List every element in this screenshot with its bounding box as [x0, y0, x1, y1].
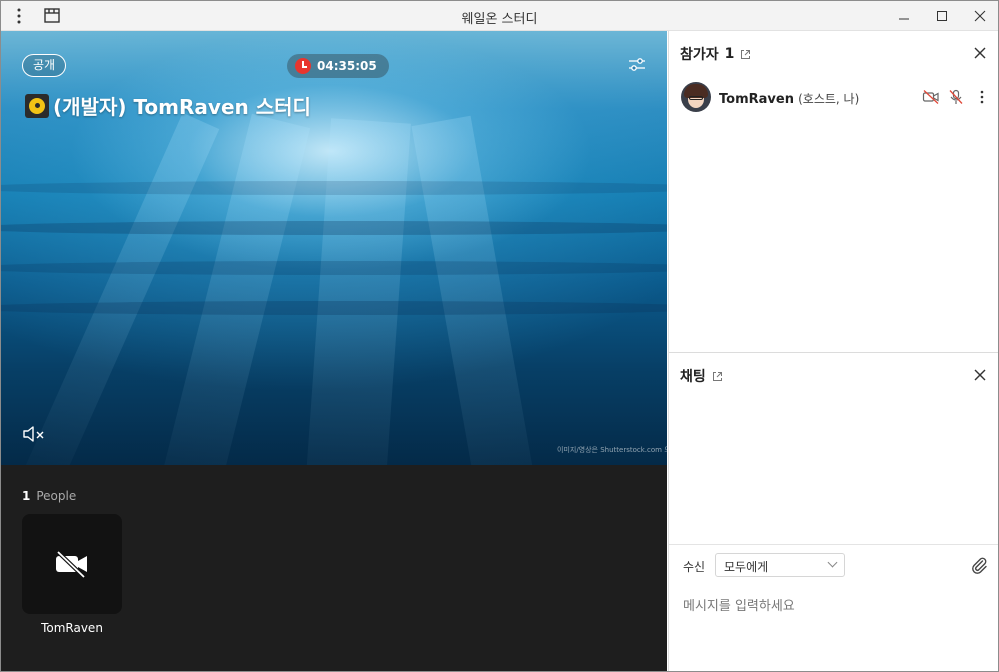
title-bar: 웨일온 스터디 — [1, 1, 998, 31]
layout-icon[interactable] — [41, 6, 63, 26]
close-icon — [974, 10, 986, 22]
study-timer: 04:35:05 — [287, 54, 389, 78]
external-link-icon[interactable] — [740, 49, 751, 60]
close-icon — [974, 47, 986, 59]
room-title: (개발자) TomRaven 스터디 — [25, 91, 311, 120]
people-count: 1 People — [22, 489, 76, 503]
light-ray — [411, 115, 544, 465]
participant-name: TomRaven (호스트, 나) — [719, 90, 859, 107]
room-title-text: (개발자) TomRaven 스터디 — [53, 95, 311, 119]
minimize-icon — [899, 18, 909, 20]
sliders-icon[interactable] — [627, 56, 647, 74]
visibility-badge[interactable]: 공개 — [22, 54, 67, 77]
app-window: 웨일온 스터디 공개 04:35:05 (개발자) TomRaven 스터디 이… — [0, 0, 999, 672]
side-panel: 참가자 1 TomRaven (호스트, 나) 채팅 수신 모두에게 메시지를 … — [668, 31, 998, 671]
participant-role: (호스트, 나) — [798, 92, 860, 106]
room-emoji-icon — [25, 93, 49, 118]
camera-off-icon — [56, 550, 87, 579]
participants-close-button[interactable] — [972, 45, 988, 61]
chat-header: 채팅 — [680, 366, 723, 386]
recipient-label: 수신 — [683, 560, 706, 574]
water-ripple — [1, 181, 667, 195]
water-ripple — [1, 261, 667, 275]
window-close-button[interactable] — [961, 1, 998, 31]
image-credit: 이미지/영상은 Shutterstock.com 의 라 — [557, 446, 667, 454]
chat-composer-divider — [669, 544, 998, 545]
paperclip-icon[interactable] — [969, 555, 989, 575]
participant-tile-name: TomRaven — [41, 621, 103, 635]
speaker-mute-icon[interactable] — [21, 424, 47, 444]
camera-off-icon — [922, 89, 940, 105]
window-title: 웨일온 스터디 — [461, 12, 538, 27]
recipient-select[interactable]: 모두에게 — [715, 553, 845, 577]
chat-close-button[interactable] — [972, 367, 988, 383]
avatar — [681, 82, 711, 112]
maximize-icon — [937, 11, 947, 21]
participant-row[interactable]: TomRaven (호스트, 나) — [681, 82, 991, 112]
participant-more-button[interactable] — [973, 89, 991, 105]
message-input[interactable] — [683, 595, 983, 617]
light-ray — [301, 118, 411, 465]
chevron-down-icon — [827, 557, 838, 568]
chat-title: 채팅 — [680, 369, 706, 385]
timer-value: 04:35:05 — [317, 59, 377, 73]
water-ripple — [1, 301, 667, 315]
more-vert-icon — [980, 90, 984, 104]
people-count-label: People — [36, 489, 77, 503]
participants-title: 참가자 — [680, 47, 719, 63]
external-link-icon[interactable] — [712, 371, 723, 382]
more-vert-icon[interactable] — [9, 6, 29, 26]
recipient-value: 모두에게 — [724, 560, 769, 574]
minimize-button[interactable] — [885, 1, 923, 31]
participant-name-text: TomRaven — [719, 92, 794, 107]
water-ripple — [1, 221, 667, 235]
clock-icon — [295, 58, 311, 74]
panel-divider — [669, 352, 998, 353]
participants-count: 1 — [724, 46, 735, 62]
close-icon — [974, 369, 986, 381]
video-stage[interactable]: 공개 04:35:05 (개발자) TomRaven 스터디 이미지/영상은 S… — [1, 31, 667, 465]
participant-tile[interactable] — [22, 514, 122, 614]
participants-header: 참가자 1 — [680, 44, 751, 64]
mic-off-icon — [947, 89, 965, 105]
people-strip: 1 People TomRaven — [1, 465, 667, 671]
maximize-button[interactable] — [923, 1, 961, 31]
people-count-value: 1 — [22, 489, 31, 503]
